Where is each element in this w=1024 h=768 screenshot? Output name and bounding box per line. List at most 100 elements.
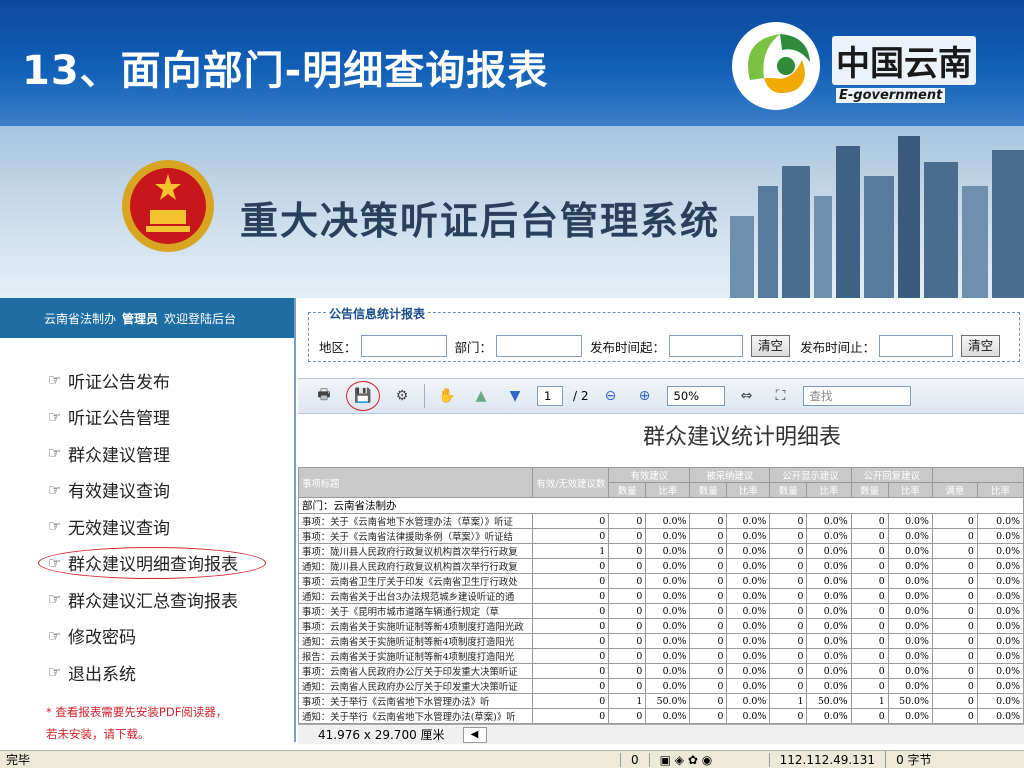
row-value: 0.0% — [726, 558, 771, 574]
region-input[interactable] — [360, 335, 447, 357]
note-line-2[interactable]: 若未安装，请下载。 — [46, 723, 294, 745]
sidebar-item-summary-report[interactable]: ☞ 群众建议汇总查询报表 — [0, 581, 294, 618]
dept-row: 部门：云南省法制办 — [298, 497, 1024, 514]
row-value: 0.0% — [976, 693, 1024, 709]
row-value: 0 — [850, 618, 889, 634]
table-row: 报告：云南省关于实施听证制等新4项制度打造阳光 0 0 0.0% 0 0.0% 0 0.0% 0… — [298, 648, 1024, 664]
row-title: 事项：陇川县人民政府行政复议机构首次举行行政复 — [298, 543, 534, 559]
pointing-hand-icon: ☞ — [48, 480, 62, 499]
welcome-bar: 云南省法制办 管理员 欢迎登陆后台 — [0, 298, 294, 338]
fit-width-icon[interactable]: ⇔ — [735, 384, 759, 408]
row-value: 0 — [769, 618, 808, 634]
end-date-input[interactable] — [879, 335, 954, 357]
row-value: 0.0% — [726, 513, 771, 529]
row-value: 0 — [689, 633, 728, 649]
sidebar-item-change-password[interactable]: ☞ 修改密码 — [0, 618, 294, 655]
row-value: 0.0% — [976, 513, 1024, 529]
row-value: 0 — [769, 633, 808, 649]
row-value: 0.0% — [726, 528, 771, 544]
row-value: 0.0% — [645, 543, 691, 559]
row-value: 0 — [850, 513, 889, 529]
row-value: 0.0% — [806, 663, 852, 679]
row-value: 0.0% — [726, 648, 771, 664]
pdf-document: 群众建议统计明细表 事项标题 有效/无效建议数 有效建议 被采纳建议 公开显示建… — [298, 415, 1024, 739]
row-value: 0 — [532, 603, 610, 619]
row-value: 0.0% — [806, 708, 852, 724]
row-value: 0 — [850, 603, 889, 619]
row-value: 0 — [608, 633, 647, 649]
pointing-hand-icon: ☞ — [48, 517, 62, 536]
row-value: 0.0% — [806, 543, 852, 559]
col-qty: 数量 — [769, 482, 808, 498]
sidebar-item-logout[interactable]: ☞ 退出系统 — [0, 654, 294, 691]
row-value: 0 — [608, 588, 647, 604]
fit-page-icon[interactable]: ⛶ — [769, 384, 793, 408]
row-value: 0.0% — [976, 648, 1024, 664]
row-value: 0 — [608, 678, 647, 694]
sidebar-item-publish-notice[interactable]: ☞ 听证公告发布 — [0, 362, 294, 399]
row-value: 0.0% — [726, 708, 771, 724]
row-value: 0.0% — [976, 618, 1024, 634]
row-value: 0 — [931, 618, 978, 634]
row-value: 0.0% — [645, 513, 691, 529]
row-value: 0 — [532, 588, 610, 604]
zoom-out-icon[interactable]: ⊖ — [599, 384, 623, 408]
row-value: 0.0% — [887, 573, 933, 589]
zoom-select[interactable]: 50% — [666, 386, 725, 406]
hand-tool-icon[interactable]: ✋ — [435, 384, 459, 408]
pointing-hand-icon: ☞ — [48, 590, 62, 609]
system-title: 重大决策听证后台管理系统 — [240, 198, 721, 243]
row-value: 0.0% — [645, 528, 691, 544]
scroll-left-icon[interactable]: ◀ — [462, 726, 487, 743]
row-value: 0.0% — [887, 588, 933, 604]
clear-start-button[interactable]: 清空 — [751, 335, 791, 357]
welcome-role: 管理员 — [122, 311, 159, 326]
table-row: 通知：陇川县人民政府行政复议机构首次举行行政复 0 0 0.0% 0 0.0% 0 0.0% 0… — [298, 558, 1024, 574]
row-value: 0 — [850, 528, 889, 544]
row-value: 0 — [689, 663, 728, 679]
table-row: 事项：关于《昆明市城市道路车辆通行规定（草 0 0 0.0% 0 0.0% 0 0.0% 0 0.… — [298, 603, 1024, 619]
row-value: 0.0% — [806, 633, 852, 649]
row-value: 0.0% — [726, 633, 771, 649]
clear-end-button[interactable]: 清空 — [961, 335, 1001, 357]
row-value: 0 — [931, 678, 978, 694]
sidebar-item-invalid-suggestions[interactable]: ☞ 无效建议查询 — [0, 508, 294, 545]
share-icon[interactable]: ⚙ — [390, 384, 414, 408]
page-down-icon[interactable]: ▼ — [503, 384, 527, 408]
save-icon[interactable]: 💾 — [346, 381, 380, 411]
status-bytes: 0 字节 — [885, 751, 941, 768]
row-value: 0 — [532, 618, 610, 634]
pdf-toolbar: 🖶 💾 ⚙ ✋ ▲ ▼ 1 / 2 ⊖ ⊕ 50% ⇔ ⛶ 查找 — [298, 378, 1024, 414]
row-value: 0 — [532, 558, 610, 574]
welcome-text: 欢迎登陆后台 — [164, 311, 237, 326]
page-number-input[interactable]: 1 — [537, 386, 563, 406]
row-value: 0.0% — [806, 603, 852, 619]
row-value: 0 — [769, 588, 808, 604]
sidebar-item-valid-suggestions[interactable]: ☞ 有效建议查询 — [0, 472, 294, 509]
find-input[interactable]: 查找 — [802, 386, 911, 406]
row-title: 事项：云南省人民政府办公厅关于印发重大决策听证 — [298, 663, 534, 679]
pdf-reader-note: * 查看报表需要先安装PDF阅读器， 若未安装，请下载。 — [0, 701, 294, 745]
row-value: 0 — [608, 648, 647, 664]
sidebar-item-manage-suggestions[interactable]: ☞ 群众建议管理 — [0, 435, 294, 472]
col-qty: 数量 — [689, 482, 728, 498]
browser-status-bar: 完毕 0 ▣ ◈ ✿ ◉ 112.112.49.131 0 字节 — [0, 750, 1024, 768]
row-value: 0.0% — [887, 633, 933, 649]
zoom-in-icon[interactable]: ⊕ — [633, 384, 657, 408]
page-up-icon[interactable]: ▲ — [469, 384, 493, 408]
row-value: 0.0% — [806, 558, 852, 574]
dept-input[interactable] — [496, 335, 583, 357]
sidebar-item-detail-report[interactable]: ☞ 群众建议明细查询报表 — [0, 545, 294, 582]
row-value: 0 — [931, 648, 978, 664]
sidebar-item-manage-notice[interactable]: ☞ 听证公告管理 — [0, 399, 294, 436]
row-value: 0.0% — [976, 528, 1024, 544]
row-value: 0 — [850, 633, 889, 649]
pointing-hand-icon: ☞ — [48, 371, 62, 390]
row-value: 0 — [931, 663, 978, 679]
print-icon[interactable]: 🖶 — [312, 384, 336, 408]
logo-chinese-text: 中国云南 — [832, 36, 976, 85]
row-value: 0.0% — [887, 678, 933, 694]
row-value: 0.0% — [976, 573, 1024, 589]
row-value: 0 — [931, 588, 978, 604]
start-date-input[interactable] — [669, 335, 744, 357]
